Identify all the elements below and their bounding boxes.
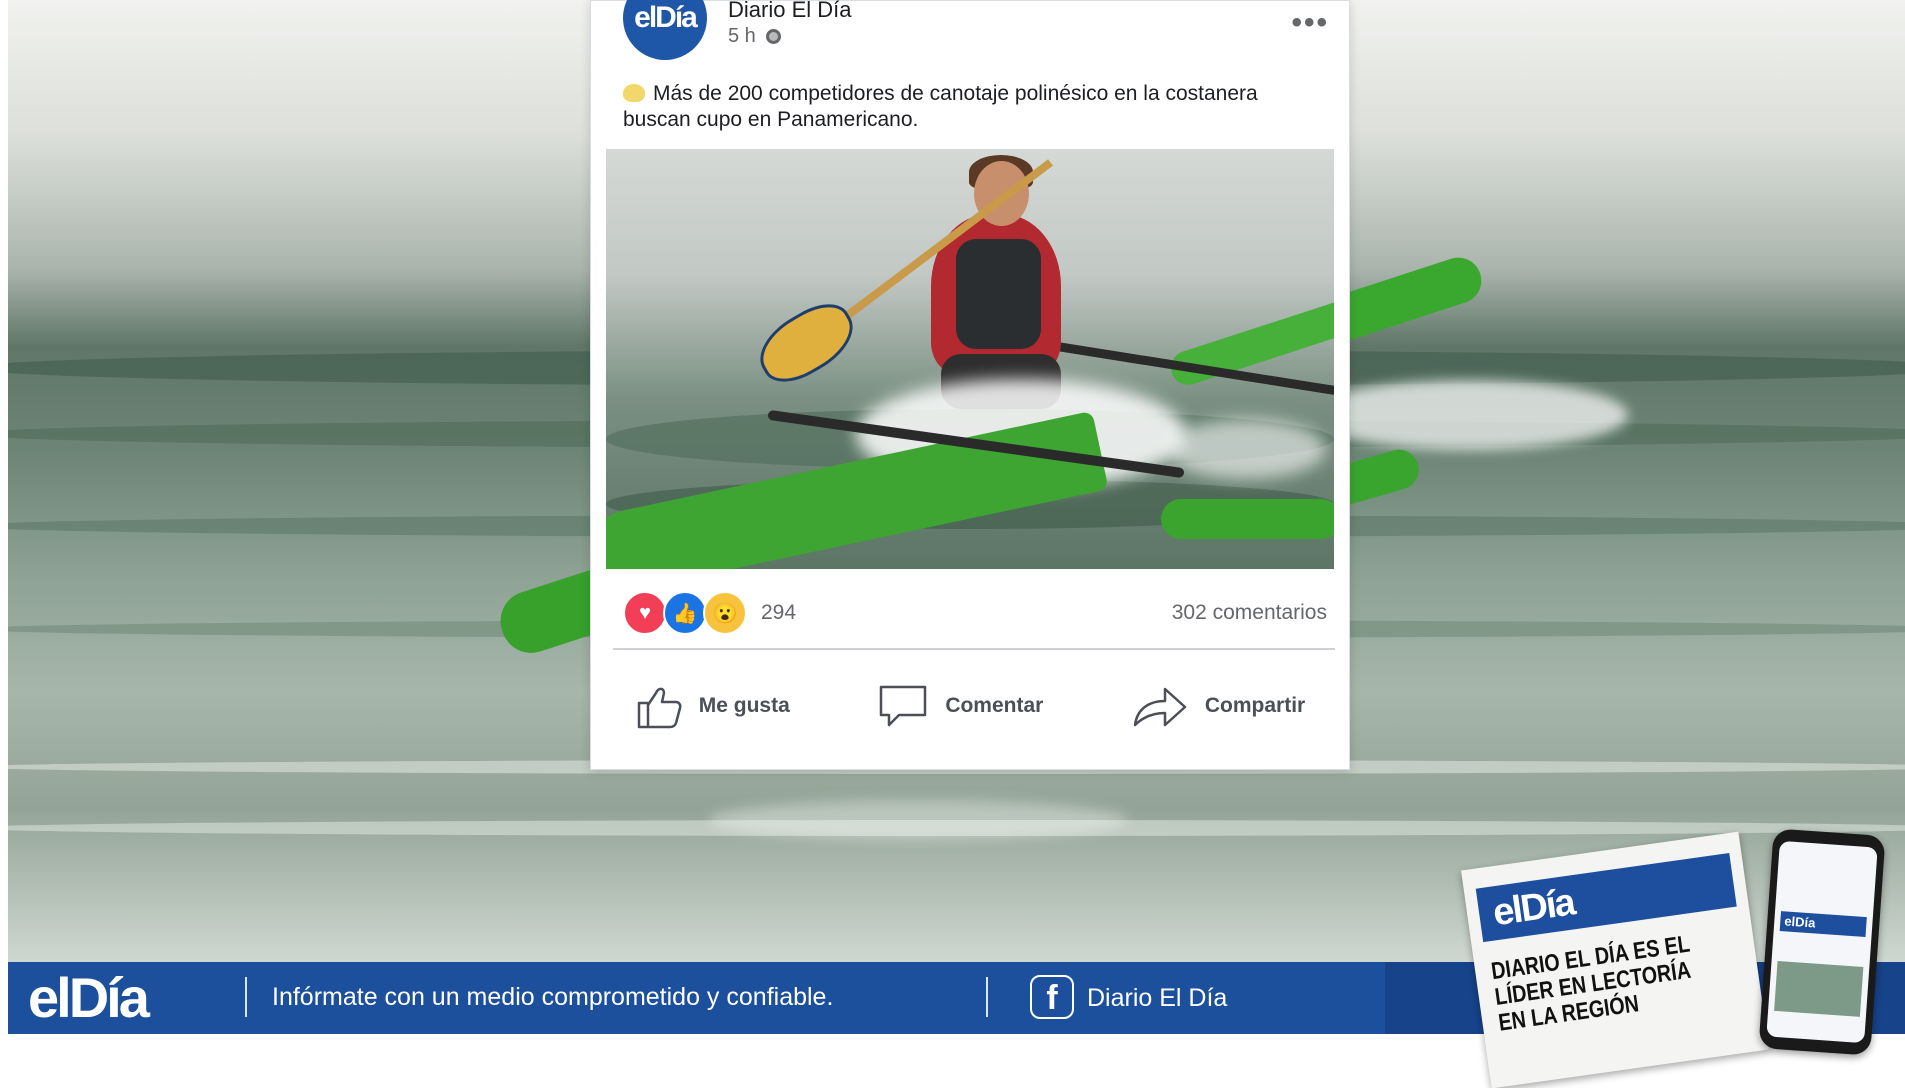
post-action-bar: Me gusta Comentar Compartir [591,669,1349,743]
share-label: Compartir [1204,694,1306,717]
sea-foam [708,800,1128,840]
reaction-count: 294 [761,601,797,624]
facebook-post-card: elDía Diario El Día 5 h ••• Más de 200 c… [590,0,1350,770]
newspaper-mockup: elDía DIARIO EL DÍA ES EL LÍDER EN LECTO… [1461,831,1769,1088]
banner-tagline: Infórmate con un medio comprometido y co… [272,983,834,1011]
post-meta: 5 h [728,25,781,48]
phone-screen: elDía [1766,840,1878,1044]
paddle-blade [748,292,865,394]
comment-button[interactable]: Comentar [877,682,1043,730]
globe-icon [765,29,781,44]
like-button[interactable]: Me gusta [635,683,790,729]
divider [613,648,1335,650]
paddler-vest [956,239,1041,349]
comment-label: Comentar [945,694,1044,717]
more-icon[interactable]: ••• [1291,6,1329,40]
water-spray [1166,419,1326,479]
phone-mockup: elDía [1758,828,1886,1056]
emoji-icon [623,84,645,102]
like-reaction-icon: 👍 [663,591,707,635]
facebook-icon[interactable]: f [1030,975,1074,1019]
phone-photo [1774,960,1864,1017]
post-text: Más de 200 competidores de canotaje poli… [623,81,1323,133]
facebook-page-link[interactable]: Diario El Día [1087,984,1227,1013]
thumbs-up-icon [637,687,682,729]
reaction-summary[interactable]: ♥ 👍 😮 294 [623,591,796,635]
page-avatar[interactable]: elDía [623,0,707,60]
newspaper-headline: DIARIO EL DÍA ES EL LÍDER EN LECTORÍA EN… [1489,930,1692,1037]
brand-logo[interactable]: elDía [28,968,150,1028]
post-photo[interactable] [606,149,1334,569]
like-label: Me gusta [698,694,790,717]
phone-masthead: elDía [1779,911,1867,938]
comments-count[interactable]: 302 comentarios [1172,601,1327,625]
page-name[interactable]: Diario El Día [728,0,851,23]
post-text-body: Más de 200 competidores de canotaje poli… [623,82,1258,131]
canoe-float [1161,499,1334,539]
separator [245,977,247,1017]
sea-foam [1308,380,1628,450]
love-reaction-icon: ♥ [623,591,667,635]
share-icon [1133,687,1187,727]
newspaper-masthead: elDía [1475,853,1737,943]
post-time[interactable]: 5 h [728,25,756,48]
separator [986,977,988,1017]
share-button[interactable]: Compartir [1131,683,1305,729]
wow-reaction-icon: 😮 [703,591,747,635]
comment-icon [880,685,927,727]
